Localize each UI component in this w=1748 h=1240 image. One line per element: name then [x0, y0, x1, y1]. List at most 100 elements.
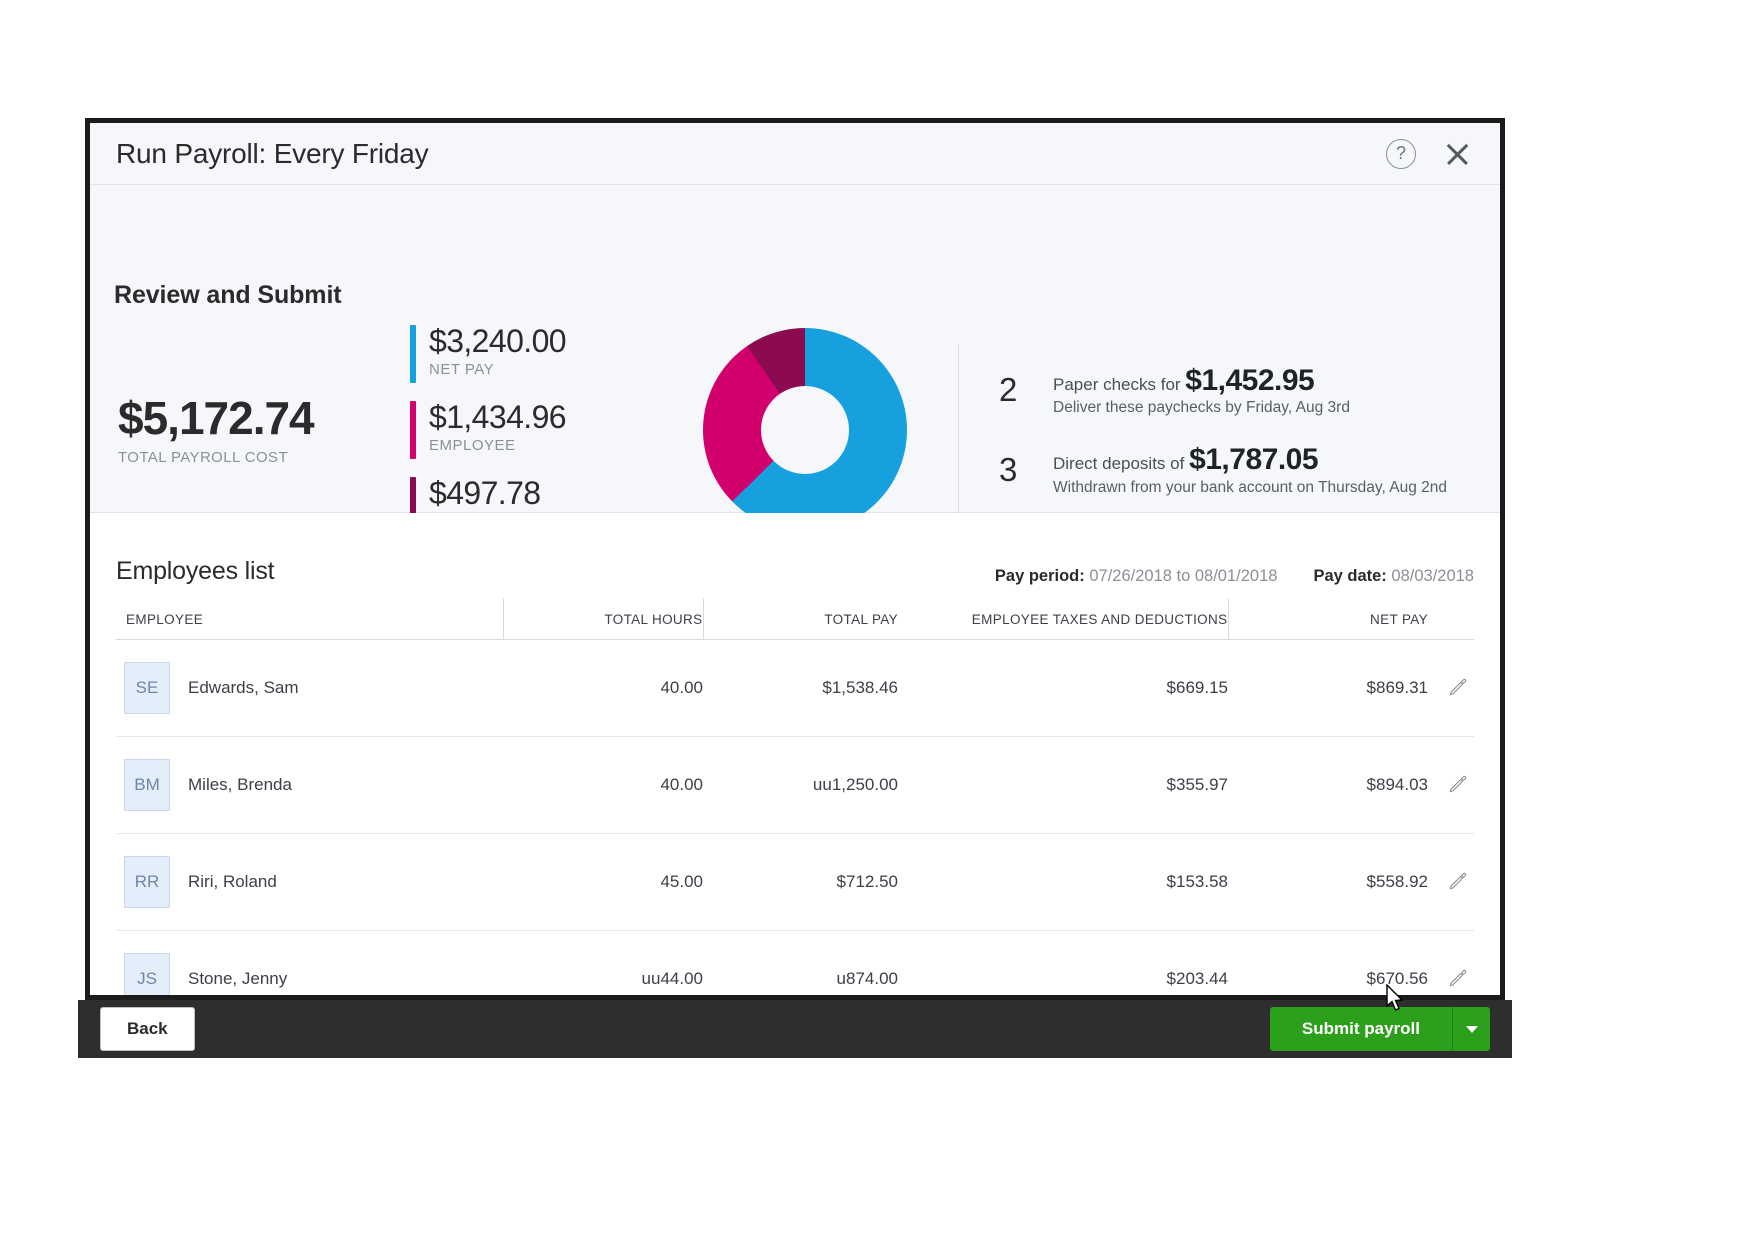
employee-cell: JS Stone, Jenny	[116, 931, 503, 996]
submit-payroll-button[interactable]: Submit payroll	[1270, 1007, 1452, 1051]
table-row[interactable]: JS Stone, Jenny uu44.00 u874.00 $203.44 …	[116, 931, 1474, 996]
legend-amount: $3,240.00	[429, 325, 566, 359]
total-amount: $5,172.74	[118, 395, 410, 441]
pencil-icon[interactable]	[1448, 967, 1468, 992]
legend-color-swatch	[410, 401, 416, 459]
legend-amount: $1,434.96	[429, 401, 566, 435]
legend-item-employee: $1,434.96 EMPLOYEE	[410, 401, 660, 459]
payment-subtext: Deliver these paychecks by Friday, Aug 3…	[1053, 399, 1350, 417]
pencil-icon[interactable]	[1448, 676, 1468, 701]
pay-date-label: Pay date:	[1313, 567, 1386, 585]
taxes-cell: $203.44	[898, 931, 1228, 996]
employees-table-body: SE Edwards, Sam 40.00 $1,538.46 $669.15 …	[116, 640, 1474, 996]
taxes-cell: $153.58	[898, 834, 1228, 931]
total-label: TOTAL PAYROLL COST	[118, 449, 410, 466]
summary-row: $5,172.74 TOTAL PAYROLL COST $3,240.00 N…	[90, 325, 1500, 535]
table-header-row: EMPLOYEE TOTAL HOURS TOTAL PAY EMPLOYEE …	[116, 598, 1474, 640]
pay-period: Pay period: 07/26/2018 to 08/01/2018	[995, 567, 1278, 586]
employees-table: EMPLOYEE TOTAL HOURS TOTAL PAY EMPLOYEE …	[116, 598, 1474, 995]
legend-amount: $497.78	[429, 477, 540, 511]
payroll-summary: Review and Submit $5,172.74 TOTAL PAYROL…	[90, 185, 1500, 513]
pencil-icon[interactable]	[1448, 773, 1468, 798]
pencil-icon[interactable]	[1448, 870, 1468, 895]
employees-list-header: Employees list Pay period: 07/26/2018 to…	[116, 513, 1474, 598]
total-hours-cell: 40.00	[503, 737, 703, 834]
table-row[interactable]: RR Riri, Roland 45.00 $712.50 $153.58 $5…	[116, 834, 1474, 931]
edit-cell	[1428, 834, 1474, 931]
total-hours-cell: 45.00	[503, 834, 703, 931]
column-header-total-pay: TOTAL PAY	[703, 598, 898, 640]
payment-count: 3	[999, 451, 1053, 489]
employee-cell: SE Edwards, Sam	[116, 640, 503, 737]
pay-date-value: 08/03/2018	[1391, 567, 1474, 585]
taxes-cell: $669.15	[898, 640, 1228, 737]
back-button[interactable]: Back	[100, 1007, 195, 1051]
total-pay-cell: u874.00	[703, 931, 898, 996]
payment-amount: $1,787.05	[1189, 443, 1318, 476]
modal-titlebar: Run Payroll: Every Friday ?	[90, 123, 1500, 185]
employees-list-section: Employees list Pay period: 07/26/2018 to…	[90, 513, 1500, 995]
table-row[interactable]: SE Edwards, Sam 40.00 $1,538.46 $669.15 …	[116, 640, 1474, 737]
run-payroll-modal: Run Payroll: Every Friday ? Review and S…	[85, 118, 1505, 1000]
payment-subtext: Withdrawn from your bank account on Thur…	[1053, 479, 1447, 497]
payment-count: 2	[999, 371, 1053, 409]
taxes-cell: $355.97	[898, 737, 1228, 834]
edit-cell	[1428, 737, 1474, 834]
total-pay-cell: $1,538.46	[703, 640, 898, 737]
payment-headline: Paper checks for $1,452.95	[1053, 364, 1350, 399]
avatar: RR	[124, 856, 170, 908]
column-header-employee: EMPLOYEE	[116, 598, 503, 640]
chevron-down-icon	[1466, 1026, 1478, 1033]
donut-chart-wrap	[660, 328, 950, 532]
column-header-taxes: EMPLOYEE TAXES AND DEDUCTIONS	[898, 598, 1228, 640]
payment-amount: $1,452.95	[1185, 364, 1314, 397]
net-pay-cell: $869.31	[1228, 640, 1428, 737]
employee-name: Riri, Roland	[188, 872, 277, 892]
page-title: Run Payroll: Every Friday	[116, 138, 428, 170]
column-header-net-pay: NET PAY	[1228, 598, 1428, 640]
payment-methods: 2 Paper checks for $1,452.95 Deliver the…	[959, 364, 1500, 497]
payroll-donut-chart	[703, 328, 907, 532]
payment-prefix: Direct deposits of	[1053, 454, 1189, 473]
legend-color-swatch	[410, 325, 416, 383]
total-hours-cell: uu44.00	[503, 931, 703, 996]
total-payroll-cost: $5,172.74 TOTAL PAYROLL COST	[90, 395, 410, 466]
pay-period-label: Pay period:	[995, 567, 1085, 585]
employee-name: Stone, Jenny	[188, 969, 287, 989]
column-header-edit	[1428, 598, 1474, 640]
submit-dropdown-toggle[interactable]	[1452, 1007, 1490, 1051]
employee-name: Edwards, Sam	[188, 678, 299, 698]
payment-prefix: Paper checks for	[1053, 375, 1185, 394]
net-pay-cell: $894.03	[1228, 737, 1428, 834]
avatar: SE	[124, 662, 170, 714]
donut-hole	[761, 386, 849, 474]
pay-period-value: 07/26/2018 to 08/01/2018	[1089, 567, 1277, 585]
employees-list-title: Employees list	[116, 557, 274, 586]
action-footer: Back Submit payroll	[78, 1000, 1512, 1058]
help-icon[interactable]: ?	[1386, 139, 1416, 169]
employee-name: Miles, Brenda	[188, 775, 292, 795]
payment-row-paper-checks: 2 Paper checks for $1,452.95 Deliver the…	[999, 364, 1500, 418]
screen: Run Payroll: Every Friday ? Review and S…	[0, 0, 1748, 1240]
payment-headline: Direct deposits of $1,787.05	[1053, 443, 1447, 478]
legend-item-net-pay: $3,240.00 NET PAY	[410, 325, 660, 383]
submit-payroll-group: Submit payroll	[1270, 1007, 1490, 1051]
cost-legend: $3,240.00 NET PAY $1,434.96 EMPLOYEE	[410, 325, 660, 535]
net-pay-cell: $670.56	[1228, 931, 1428, 996]
edit-cell	[1428, 640, 1474, 737]
section-title: Review and Submit	[114, 281, 342, 310]
employee-cell: BM Miles, Brenda	[116, 737, 503, 834]
close-icon[interactable]	[1442, 139, 1472, 169]
table-row[interactable]: BM Miles, Brenda 40.00 uu1,250.00 $355.9…	[116, 737, 1474, 834]
total-pay-cell: $712.50	[703, 834, 898, 931]
avatar: JS	[124, 953, 170, 995]
legend-label: NET PAY	[429, 361, 566, 378]
total-pay-cell: uu1,250.00	[703, 737, 898, 834]
edit-cell	[1428, 931, 1474, 996]
column-header-total-hours: TOTAL HOURS	[503, 598, 703, 640]
payment-row-direct-deposits: 3 Direct deposits of $1,787.05 Withdrawn…	[999, 443, 1500, 497]
avatar: BM	[124, 759, 170, 811]
employee-cell: RR Riri, Roland	[116, 834, 503, 931]
pay-date: Pay date: 08/03/2018	[1313, 567, 1474, 586]
total-hours-cell: 40.00	[503, 640, 703, 737]
